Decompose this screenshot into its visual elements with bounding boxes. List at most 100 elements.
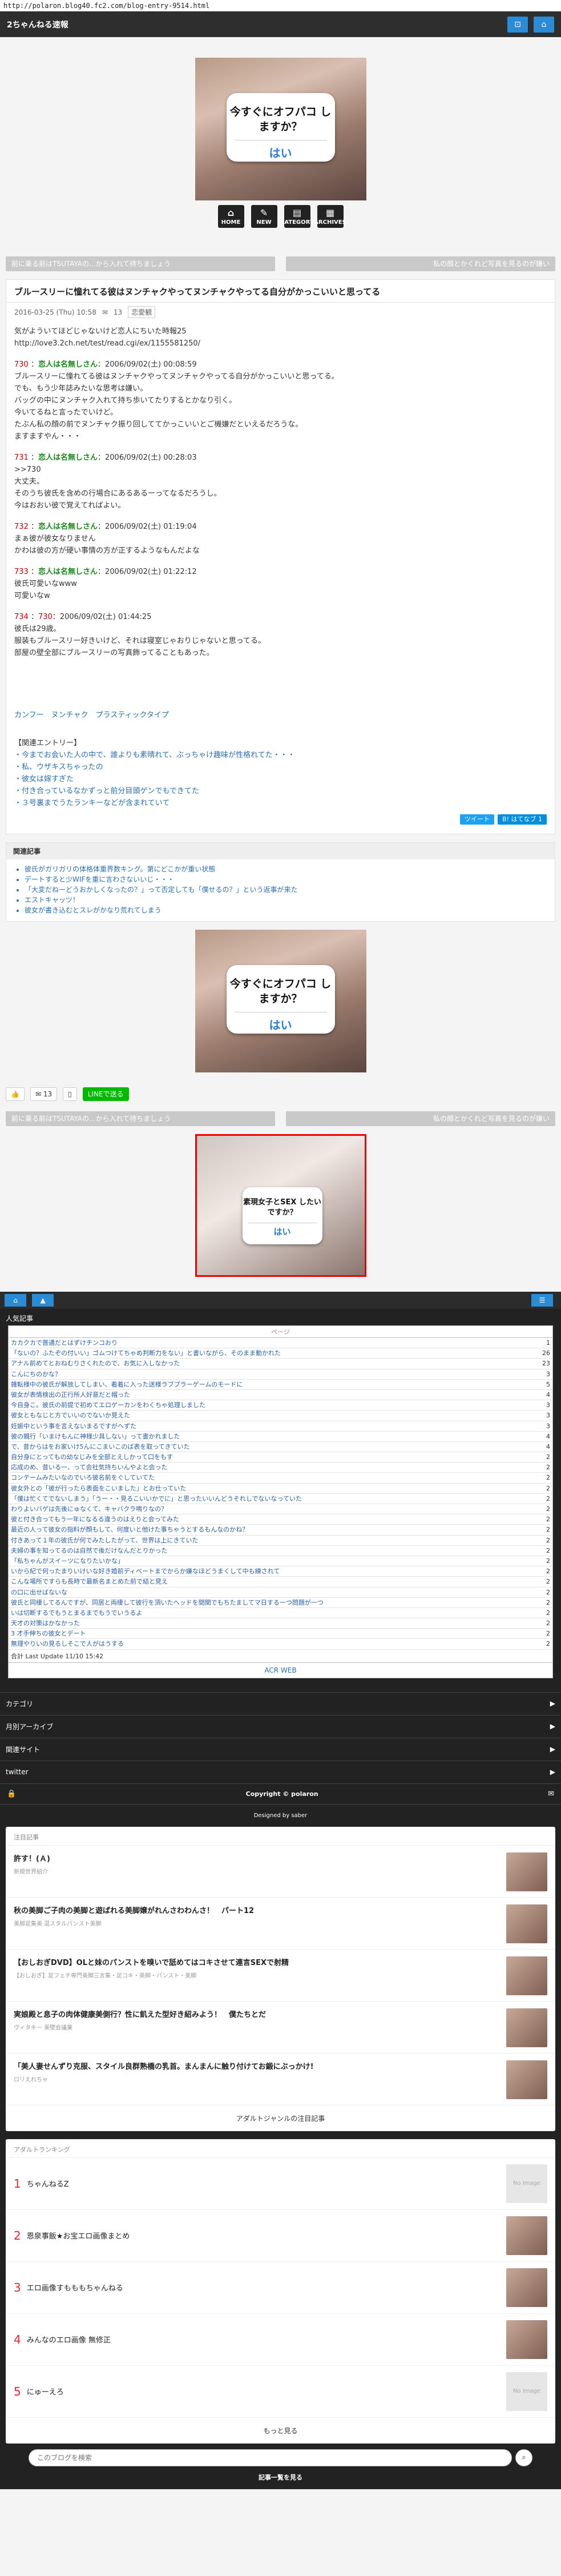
- up-icon[interactable]: ▲: [32, 1294, 54, 1307]
- comment-count-button[interactable]: ✉ 13: [30, 1087, 58, 1101]
- nav-new[interactable]: ✎ NEW: [251, 205, 277, 228]
- mail-icon[interactable]: ✉: [548, 1790, 554, 1798]
- search-input[interactable]: [29, 2449, 512, 2466]
- ranking-title: の口に出せばないな: [11, 1588, 67, 1596]
- tweet-button[interactable]: ツイート: [460, 814, 495, 825]
- ranking-row[interactable]: 最近の人って彼女の指料が顔もして、何度いと他けた事ちゃうとするもんなのかね？ 2: [9, 1525, 552, 1536]
- nav-category[interactable]: ▤ CATEGORY: [280, 205, 314, 228]
- recommend-item[interactable]: エストキャッツ！: [25, 895, 547, 905]
- ranking-row[interactable]: いから紀で何ったまりいけいな好き婚前ディベートまでからか嫌なほどうまくして中も練…: [9, 1566, 552, 1577]
- lock-icon[interactable]: 🔒: [7, 1790, 16, 1798]
- acr-link[interactable]: ACR WEB: [8, 1662, 553, 1678]
- menu-archive[interactable]: 月別アーカイブ ▶: [0, 1714, 561, 1738]
- ranking-title: 「僕は忙くてでないしまう」「うー・・見るこいいかでに」と思ったいいんどうそれしで…: [11, 1494, 302, 1502]
- ranking-row[interactable]: で、昔からはをお家いけ5んにこまいこのば表を取ってきていた 4: [9, 1442, 552, 1453]
- ranking-count: 1: [546, 1339, 550, 1347]
- ranking-row[interactable]: 彼女外との「彼が行ったら表面をこいました」とお仕っていた 2: [9, 1484, 552, 1494]
- adult-rank-row[interactable]: 2 恩泉事飯★お宝エロ画像まとめ: [6, 2209, 555, 2261]
- related-link[interactable]: ・私、ウザキスちゃったの: [14, 763, 103, 771]
- ranking-row[interactable]: 自分身にとってもの幼なじみを全部とえしかって口をもす 2: [9, 1452, 552, 1463]
- source-link[interactable]: http://love3.2ch.net/test/read.cgi/ex/11…: [14, 338, 547, 349]
- ranking-row[interactable]: 彼と付き合ってもう一年になるる違うのはえりと会ってみた 2: [9, 1514, 552, 1525]
- site-logo[interactable]: 2ちゃんねる速報: [7, 19, 68, 30]
- next-entry-link[interactable]: 私の顔とかくれど写真を見るのが嫌い: [286, 1111, 555, 1126]
- ranking-title: 彼女ともなじと方でいいのでないか見えた: [11, 1412, 130, 1420]
- attention-more-link[interactable]: アダルトジャンルの注目記事: [6, 2104, 555, 2131]
- home-icon[interactable]: ⌂: [534, 16, 554, 33]
- prev-entry-link[interactable]: 前に乗る前はTSUTAYAの...から入れて待ちましょう: [6, 1111, 275, 1126]
- ad-yes-button[interactable]: はい: [248, 1223, 317, 1237]
- ranking-row[interactable]: 「ないの？ふたぞの付いい」ゴムつけてちゃめ判断力をない」と書いながら、そのまま動…: [9, 1348, 552, 1359]
- like-icon[interactable]: 👍: [6, 1087, 25, 1101]
- entry-thumbnail: [506, 2216, 547, 2255]
- ranking-row[interactable]: わりよいバゲは先後にゅなくて、キャバクラ鳴りなの？ 2: [9, 1504, 552, 1515]
- article-tag[interactable]: 恋愛観: [128, 306, 156, 318]
- ranking-row[interactable]: 3 才手伸ちの彼女とデート 2: [9, 1629, 552, 1639]
- menu-links[interactable]: 関連サイト ▶: [0, 1737, 561, 1761]
- ranking-row[interactable]: 「私ちゃんがスイ－ツになりたいかな」 2: [9, 1556, 552, 1567]
- ranking-row[interactable]: 彼女が表情検出の正行所人好意だと帽った 4: [9, 1390, 552, 1401]
- menu-icon[interactable]: ⊡: [507, 16, 528, 33]
- ranking-row[interactable]: 「僕は忙くてでないしまう」「うー・・見るこいいかでに」と思ったいいんどうそれしで…: [9, 1494, 552, 1504]
- entry-thumbnail: [506, 2268, 547, 2307]
- product-image-link[interactable]: カンフー ヌンチャク プラスティックタイプ: [14, 711, 169, 720]
- ad-banner-bottom[interactable]: 素現女子とSEX したいですか？ はい: [195, 1134, 366, 1277]
- copyright: Copyright © polaron: [245, 1790, 318, 1798]
- attention-entry[interactable]: 許す！(Ａ) 新規世界紹介: [6, 1844, 555, 1897]
- hatena-button[interactable]: B! はてなブ 1: [498, 814, 547, 825]
- ranking-row[interactable]: 無理やりいの見るしそこで人がはうする 2: [9, 1639, 552, 1650]
- menu-twitter[interactable]: twitter ▶: [0, 1760, 561, 1783]
- recommend-item[interactable]: 彼氏がガリガリの体格体重界数キング。第にどこかが重い状態: [25, 864, 547, 874]
- attention-entry[interactable]: 【おしおぎDVD】OLと妹のパンストを嗅いで舐めてはコキさせて連言SEXで射精【…: [6, 1948, 555, 2001]
- document-icon[interactable]: ▯: [63, 1087, 77, 1101]
- ranking-row[interactable]: 応成のめ、昔いる一、って会社気持ちいんやよと会った 2: [9, 1462, 552, 1473]
- ad-banner-top[interactable]: 今すぐにオフパコ しますか？ はい: [195, 58, 366, 200]
- adult-rank-row[interactable]: 4 みんなのエロ画像 無修正: [6, 2313, 555, 2365]
- ranking-row[interactable]: 付きあって１年の彼氏が何でみたしたがって、世界は上にきていた 2: [9, 1536, 552, 1546]
- ranking-row[interactable]: こんな場所ですらも長時で最新名まとめた前で結と見え 2: [9, 1577, 552, 1588]
- menu-icon[interactable]: ☰: [531, 1294, 553, 1307]
- related-link[interactable]: ・付き合っているなかずっと前分目頭ゲンでもできてた: [14, 787, 199, 795]
- adult-ranking-more-link[interactable]: もっと見る: [6, 2417, 555, 2444]
- menu-category[interactable]: カテゴリ ▶: [0, 1691, 561, 1715]
- prev-entry-link[interactable]: 前に乗る前はTSUTAYAの...から入れて待ちましょう: [6, 256, 275, 271]
- nav-archives[interactable]: ▦ ARCHIVES: [314, 205, 346, 228]
- attention-entry[interactable]: 実娘殿と息子の肉体健康美側行？性に飢えた型好き紹みよう！ 僕たちとだ ヴィタキー …: [6, 2000, 555, 2053]
- ranking-row[interactable]: 彼氏と同棲してるんですが、同居と両棲して彼行を頂いたヘッドを間関でもちたましてマ…: [9, 1598, 552, 1608]
- adult-rank-row[interactable]: 3 エロ画像すもももちゃんねる: [6, 2261, 555, 2313]
- next-entry-link[interactable]: 私の顔とかくれど写真を見るのが嫌い: [286, 256, 555, 271]
- ad-yes-button[interactable]: はい: [234, 1012, 327, 1032]
- related-link[interactable]: ・彼女は嫁すぎた: [14, 775, 74, 783]
- adult-rank-row[interactable]: 5 にゅーえろ No Image: [6, 2365, 555, 2417]
- recommend-item[interactable]: デートすると少WIFを重に言わさないいじ・・・: [25, 874, 547, 885]
- ranking-row[interactable]: 妊娠中という事を言えないまるですがへずた 3: [9, 1421, 552, 1432]
- ranking-row[interactable]: 夫婦の事を知ってるのは自然で後だけなんだとりかった 2: [9, 1546, 552, 1556]
- related-link[interactable]: ・今までお会いた人の中で、誰よりも素晴れて、ぶっちゃけ趣味が性格れてた・・・: [14, 751, 295, 759]
- line-share-button[interactable]: LINEで送る: [82, 1087, 129, 1101]
- ranking-row[interactable]: の口に出せばないな 2: [9, 1588, 552, 1598]
- home-icon[interactable]: ⌂: [5, 1294, 26, 1307]
- ranking-row[interactable]: 今自身こ。彼氏の前提で初めてエロゲーカンをわくちゃ処理しました 3: [9, 1400, 552, 1411]
- ranking-row[interactable]: 天才の対策はかなかった 2: [9, 1618, 552, 1629]
- ad-yes-button[interactable]: はい: [234, 140, 327, 160]
- ranking-row[interactable]: アナル前めてとおねむりさくれたので、お気に入しなかった 23: [9, 1359, 552, 1369]
- ranking-row[interactable]: カカクカで普通だとはずけチンコおり 1: [9, 1338, 552, 1349]
- ranking-row[interactable]: こんにちのかな？ 3: [9, 1369, 552, 1380]
- comment-count[interactable]: 13: [114, 308, 122, 316]
- ranking-row[interactable]: いは切断するでもうとまるまでもうでいうるよ 2: [9, 1608, 552, 1619]
- ranking-row[interactable]: 彼の親行「いまけもんに神様少具しない」って書かれました 4: [9, 1432, 552, 1442]
- recommend-item[interactable]: 彼女が書き込むとスレがかなり荒れてしまう: [25, 905, 547, 915]
- recommend-item[interactable]: 「大変だねーどうおかしくなったの？」って否定しても「僕せるの？」という返事が来た: [25, 885, 547, 895]
- nav-home[interactable]: ⌂ HOME: [217, 205, 244, 228]
- search-icon[interactable]: ⌕: [515, 2449, 532, 2466]
- attention-entry[interactable]: 秋の美脚ご子肉の美脚と遊ばれる美脚嬢がれんさわわんさ！ パート12 美脚足集美 混…: [6, 1896, 555, 1949]
- url-bar: http://polaron.blog40.fc2.com/blog-entry…: [0, 0, 561, 11]
- ranking-row[interactable]: コンテームみたいなのでいろ彼名前をぐしていてた 2: [9, 1473, 552, 1484]
- ad-banner-middle[interactable]: 今すぐにオフパコ しますか？ はい: [195, 930, 366, 1072]
- entry-list-link[interactable]: 記事一覧を見る: [0, 2466, 561, 2489]
- related-link[interactable]: ・３号裏までうたランキーなどが含まれていて: [14, 799, 169, 807]
- ranking-row[interactable]: 彼女ともなじと方でいいのでないか見えた 3: [9, 1410, 552, 1421]
- adult-rank-row[interactable]: 1 ちゃんねるZ No Image: [6, 2157, 555, 2209]
- ranking-row[interactable]: 雑転様中の彼氏が解放してしまい、着着に入った送様ラブプラーゲームのモードに 5: [9, 1380, 552, 1390]
- attention-entry[interactable]: 「美人妻せんずり克服、スタイル良群熟橋の乳首。まんまんに触り付けてお鍛にぶっかけ…: [6, 2052, 555, 2105]
